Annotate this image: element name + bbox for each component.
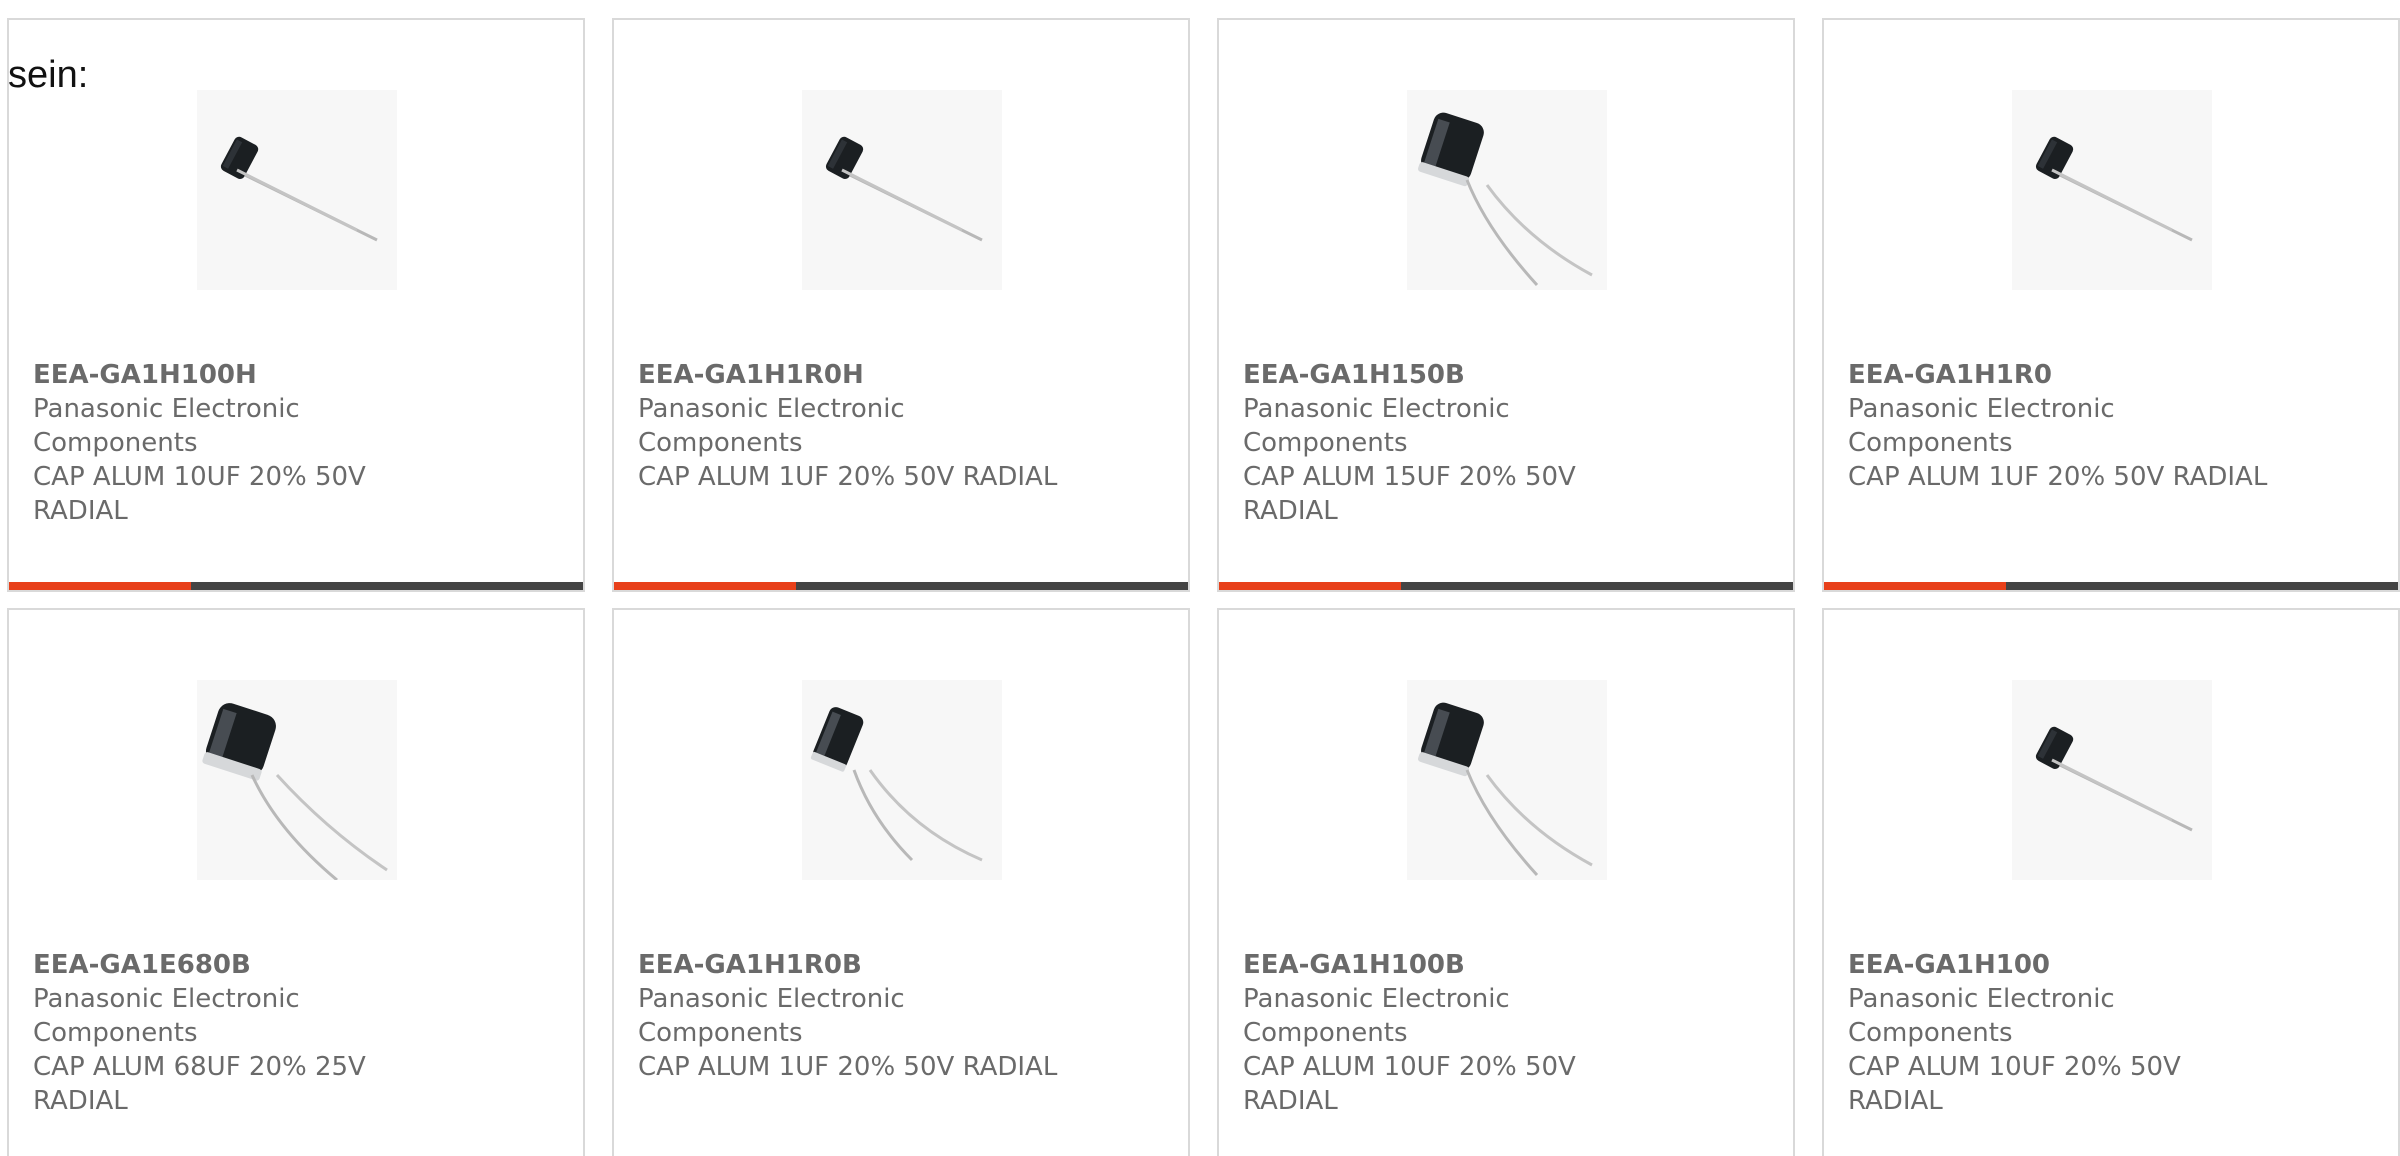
product-image[interactable] bbox=[197, 90, 397, 290]
card-bottom-bar bbox=[614, 582, 1188, 590]
manufacturer: Panasonic Electronic Components bbox=[33, 984, 300, 1048]
capacitor-image-icon bbox=[810, 707, 983, 862]
capacitor-image-icon bbox=[825, 136, 983, 242]
product-info: EEA-GA1H100 Panasonic Electronic Compone… bbox=[1848, 948, 2278, 1118]
part-number[interactable]: EEA-GA1H1R0B bbox=[638, 948, 1068, 982]
product-info: EEA-GA1H1R0B Panasonic Electronic Compon… bbox=[638, 948, 1068, 1084]
product-image[interactable] bbox=[1407, 680, 1607, 880]
capacitor-image-icon bbox=[1418, 112, 1593, 287]
capacitor-image-icon bbox=[2035, 726, 2193, 832]
capacitor-image-icon bbox=[2035, 136, 2193, 242]
product-info: EEA-GA1H1R0 Panasonic Electronic Compone… bbox=[1848, 358, 2278, 494]
manufacturer: Panasonic Electronic Components bbox=[638, 984, 905, 1048]
page: sein: EEA-GA1H100H Panasonic Electronic … bbox=[0, 0, 2400, 1156]
product-image[interactable] bbox=[2012, 680, 2212, 880]
description: CAP ALUM 15UF 20% 50V RADIAL bbox=[1243, 462, 1576, 526]
manufacturer: Panasonic Electronic Components bbox=[1848, 394, 2115, 458]
part-number[interactable]: EEA-GA1H150B bbox=[1243, 358, 1673, 392]
part-number[interactable]: EEA-GA1E680B bbox=[33, 948, 463, 982]
description: CAP ALUM 10UF 20% 50V RADIAL bbox=[1848, 1052, 2181, 1116]
product-card[interactable]: EEA-GA1H100H Panasonic Electronic Compon… bbox=[7, 18, 585, 592]
product-image[interactable] bbox=[1407, 90, 1607, 290]
product-info: EEA-GA1H1R0H Panasonic Electronic Compon… bbox=[638, 358, 1068, 494]
card-bottom-bar bbox=[1219, 582, 1793, 590]
description: CAP ALUM 10UF 20% 50V RADIAL bbox=[1243, 1052, 1576, 1116]
card-accent-bar bbox=[614, 582, 796, 590]
product-card[interactable]: EEA-GA1H1R0B Panasonic Electronic Compon… bbox=[612, 608, 1190, 1156]
description: CAP ALUM 1UF 20% 50V RADIAL bbox=[638, 462, 1058, 492]
product-image[interactable] bbox=[2012, 90, 2212, 290]
intro-text: sein: bbox=[8, 54, 89, 96]
product-card[interactable]: EEA-GA1H100B Panasonic Electronic Compon… bbox=[1217, 608, 1795, 1156]
part-number[interactable]: EEA-GA1H1R0H bbox=[638, 358, 1068, 392]
part-number[interactable]: EEA-GA1H100B bbox=[1243, 948, 1673, 982]
part-number[interactable]: EEA-GA1H100H bbox=[33, 358, 463, 392]
capacitor-image-icon bbox=[202, 703, 388, 880]
product-card[interactable]: EEA-GA1H100 Panasonic Electronic Compone… bbox=[1822, 608, 2400, 1156]
description: CAP ALUM 1UF 20% 50V RADIAL bbox=[1848, 462, 2268, 492]
manufacturer: Panasonic Electronic Components bbox=[1848, 984, 2115, 1048]
card-accent-bar bbox=[1219, 582, 1401, 590]
description: CAP ALUM 68UF 20% 25V RADIAL bbox=[33, 1052, 366, 1116]
card-bottom-bar bbox=[1824, 582, 2398, 590]
part-number[interactable]: EEA-GA1H100 bbox=[1848, 948, 2278, 982]
product-info: EEA-GA1H150B Panasonic Electronic Compon… bbox=[1243, 358, 1673, 528]
description: CAP ALUM 10UF 20% 50V RADIAL bbox=[33, 462, 366, 526]
product-info: EEA-GA1E680B Panasonic Electronic Compon… bbox=[33, 948, 463, 1118]
product-card[interactable]: EEA-GA1E680B Panasonic Electronic Compon… bbox=[7, 608, 585, 1156]
product-info: EEA-GA1H100B Panasonic Electronic Compon… bbox=[1243, 948, 1673, 1118]
manufacturer: Panasonic Electronic Components bbox=[1243, 394, 1510, 458]
product-card[interactable]: EEA-GA1H1R0 Panasonic Electronic Compone… bbox=[1822, 18, 2400, 592]
product-card[interactable]: EEA-GA1H150B Panasonic Electronic Compon… bbox=[1217, 18, 1795, 592]
product-image[interactable] bbox=[802, 90, 1002, 290]
card-accent-bar bbox=[1824, 582, 2006, 590]
product-card[interactable]: EEA-GA1H1R0H Panasonic Electronic Compon… bbox=[612, 18, 1190, 592]
capacitor-image-icon bbox=[220, 136, 378, 242]
card-accent-bar bbox=[9, 582, 191, 590]
manufacturer: Panasonic Electronic Components bbox=[1243, 984, 1510, 1048]
capacitor-image-icon bbox=[1418, 702, 1593, 877]
manufacturer: Panasonic Electronic Components bbox=[638, 394, 905, 458]
part-number[interactable]: EEA-GA1H1R0 bbox=[1848, 358, 2278, 392]
product-info: EEA-GA1H100H Panasonic Electronic Compon… bbox=[33, 358, 463, 528]
description: CAP ALUM 1UF 20% 50V RADIAL bbox=[638, 1052, 1058, 1082]
product-image[interactable] bbox=[197, 680, 397, 880]
card-bottom-bar bbox=[9, 582, 583, 590]
manufacturer: Panasonic Electronic Components bbox=[33, 394, 300, 458]
product-image[interactable] bbox=[802, 680, 1002, 880]
